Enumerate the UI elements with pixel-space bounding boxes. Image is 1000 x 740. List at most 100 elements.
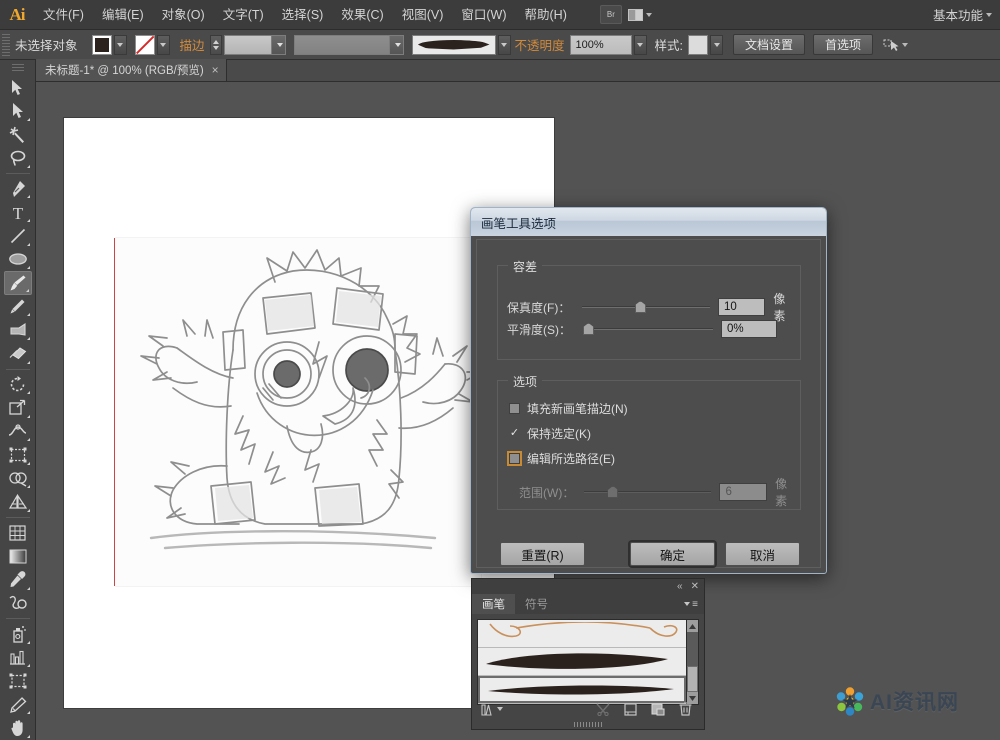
scrollbar-thumb[interactable] <box>687 666 698 692</box>
scale-tool[interactable] <box>4 396 32 420</box>
brushes-panel-titlebar[interactable]: « ✕ <box>472 579 704 594</box>
selection-tool[interactable] <box>4 76 32 100</box>
tab-symbols[interactable]: 符号 <box>515 594 558 614</box>
menu-view[interactable]: 视图(V) <box>393 0 453 30</box>
smoothness-slider-thumb[interactable] <box>583 323 594 335</box>
close-icon[interactable]: × <box>212 64 219 76</box>
menu-edit[interactable]: 编辑(E) <box>93 0 153 30</box>
tab-brushes[interactable]: 画笔 <box>472 594 515 614</box>
placed-sketch-image[interactable] <box>115 238 482 586</box>
paintbrush-tool-options-dialog[interactable]: 画笔工具选项 容差 保真度(F)： 10 像素 平滑度(S)： 0% 选项 填充… <box>470 207 827 574</box>
brush-definition-dropdown[interactable] <box>497 34 511 55</box>
fill-new-brush-strokes-checkbox[interactable] <box>509 403 520 414</box>
menu-file[interactable]: 文件(F) <box>34 0 93 30</box>
brush-list-scrollbar[interactable] <box>686 619 699 705</box>
pencil-tool[interactable] <box>4 295 32 319</box>
fill-swatch-dropdown[interactable] <box>113 34 127 55</box>
workspace-switcher[interactable]: 基本功能 <box>933 5 1000 24</box>
control-bar-grip[interactable] <box>2 33 10 56</box>
reset-button[interactable]: 重置(R) <box>500 542 585 566</box>
hand-tool[interactable] <box>4 716 32 740</box>
stroke-weight-stepper[interactable] <box>209 34 222 55</box>
brush-list[interactable] <box>477 619 687 705</box>
panel-resize-grip[interactable] <box>574 722 602 727</box>
stroke-swatch-dropdown[interactable] <box>156 34 170 55</box>
within-range-row: 范围(W)： 6 像素 <box>519 475 799 509</box>
brush-item[interactable] <box>478 648 686 676</box>
graphic-style-swatch[interactable] <box>688 34 709 55</box>
paintbrush-tool[interactable] <box>3 271 32 295</box>
pen-tool[interactable] <box>4 177 32 201</box>
mesh-tool[interactable] <box>4 521 32 545</box>
direct-selection-tool[interactable] <box>4 99 32 123</box>
edit-selected-paths-checkbox[interactable] <box>509 453 520 464</box>
stroke-profile-combo[interactable] <box>293 34 404 55</box>
go-to-bridge-icon[interactable]: Br <box>599 5 622 24</box>
brush-item[interactable] <box>478 620 686 648</box>
blob-brush-tool[interactable] <box>4 318 32 342</box>
document-setup-button[interactable]: 文档设置 <box>733 34 806 55</box>
delete-brush-icon[interactable] <box>679 702 692 716</box>
dialog-title-bar[interactable]: 画笔工具选项 <box>471 208 826 236</box>
panel-menu-icon[interactable]: ≡ <box>681 594 704 614</box>
fidelity-input[interactable]: 10 <box>717 298 766 316</box>
rotate-tool[interactable] <box>4 372 32 396</box>
column-graph-tool[interactable] <box>4 646 32 670</box>
perspective-grid-tool[interactable] <box>4 490 32 514</box>
chevron-down-icon <box>645 12 652 17</box>
close-icon[interactable]: ✕ <box>691 581 699 592</box>
fill-color-swatch[interactable] <box>91 34 112 55</box>
brush-libraries-menu-icon[interactable] <box>480 703 503 716</box>
eyedropper-tool[interactable] <box>4 568 32 592</box>
edit-selected-paths-row[interactable]: 编辑所选路径(E) <box>509 450 615 467</box>
options-of-selected-object-icon[interactable] <box>624 702 637 716</box>
new-brush-icon[interactable] <box>651 703 665 716</box>
brush-definition-preview[interactable] <box>411 34 496 55</box>
ellipse-tool[interactable] <box>4 248 32 272</box>
opacity-input[interactable]: 100% <box>569 34 632 55</box>
shape-builder-tool[interactable] <box>4 467 32 491</box>
menu-effect[interactable]: 效果(C) <box>332 0 392 30</box>
stroke-weight-combo[interactable] <box>223 34 286 55</box>
gradient-tool[interactable] <box>4 544 32 568</box>
lasso-tool[interactable] <box>4 146 32 170</box>
keep-selected-row[interactable]: ✓ 保持选定(K) <box>509 425 591 442</box>
menu-type[interactable]: 文字(T) <box>214 0 273 30</box>
keep-selected-checkbox[interactable]: ✓ <box>509 428 520 439</box>
width-tool[interactable] <box>4 420 32 444</box>
options-group-title: 选项 <box>508 373 543 390</box>
menu-select[interactable]: 选择(S) <box>273 0 333 30</box>
collapse-icon[interactable]: « <box>677 581 683 592</box>
document-tab[interactable]: 未标题-1* @ 100% (RGB/预览) × <box>36 59 227 81</box>
fill-new-brush-strokes-row[interactable]: 填充新画笔描边(N) <box>509 400 628 417</box>
blend-tool[interactable] <box>4 592 32 616</box>
tools-panel-grip[interactable] <box>11 64 24 72</box>
line-segment-tool[interactable] <box>4 224 32 248</box>
smoothness-row: 平滑度(S)： 0% <box>507 320 797 338</box>
preferences-button[interactable]: 首选项 <box>813 34 874 55</box>
graphic-style-dropdown[interactable] <box>710 34 724 55</box>
cancel-button[interactable]: 取消 <box>725 542 800 566</box>
brushes-panel[interactable]: « ✕ 画笔 符号 ≡ <box>471 578 705 730</box>
menu-help[interactable]: 帮助(H) <box>516 0 576 30</box>
fidelity-slider[interactable] <box>581 300 710 314</box>
menu-object[interactable]: 对象(O) <box>153 0 214 30</box>
type-tool[interactable]: T <box>4 200 32 224</box>
symbol-sprayer-tool[interactable] <box>4 622 32 646</box>
arrange-documents-icon[interactable] <box>627 5 652 24</box>
ok-button[interactable]: 确定 <box>630 542 715 566</box>
select-similar-options-button[interactable] <box>883 38 909 52</box>
none-icon <box>135 35 154 54</box>
menu-window[interactable]: 窗口(W) <box>452 0 515 30</box>
artboard-tool[interactable] <box>4 669 32 693</box>
magic-wand-tool[interactable] <box>4 123 32 147</box>
fidelity-slider-thumb[interactable] <box>634 301 646 313</box>
free-transform-tool[interactable] <box>4 443 32 467</box>
opacity-dropdown[interactable] <box>633 34 647 55</box>
eraser-tool[interactable] <box>4 342 32 366</box>
scroll-up-icon[interactable] <box>687 620 698 632</box>
stroke-color-swatch[interactable] <box>134 34 155 55</box>
smoothness-input[interactable]: 0% <box>721 320 777 338</box>
slice-tool[interactable] <box>4 693 32 717</box>
smoothness-slider[interactable] <box>583 322 713 336</box>
